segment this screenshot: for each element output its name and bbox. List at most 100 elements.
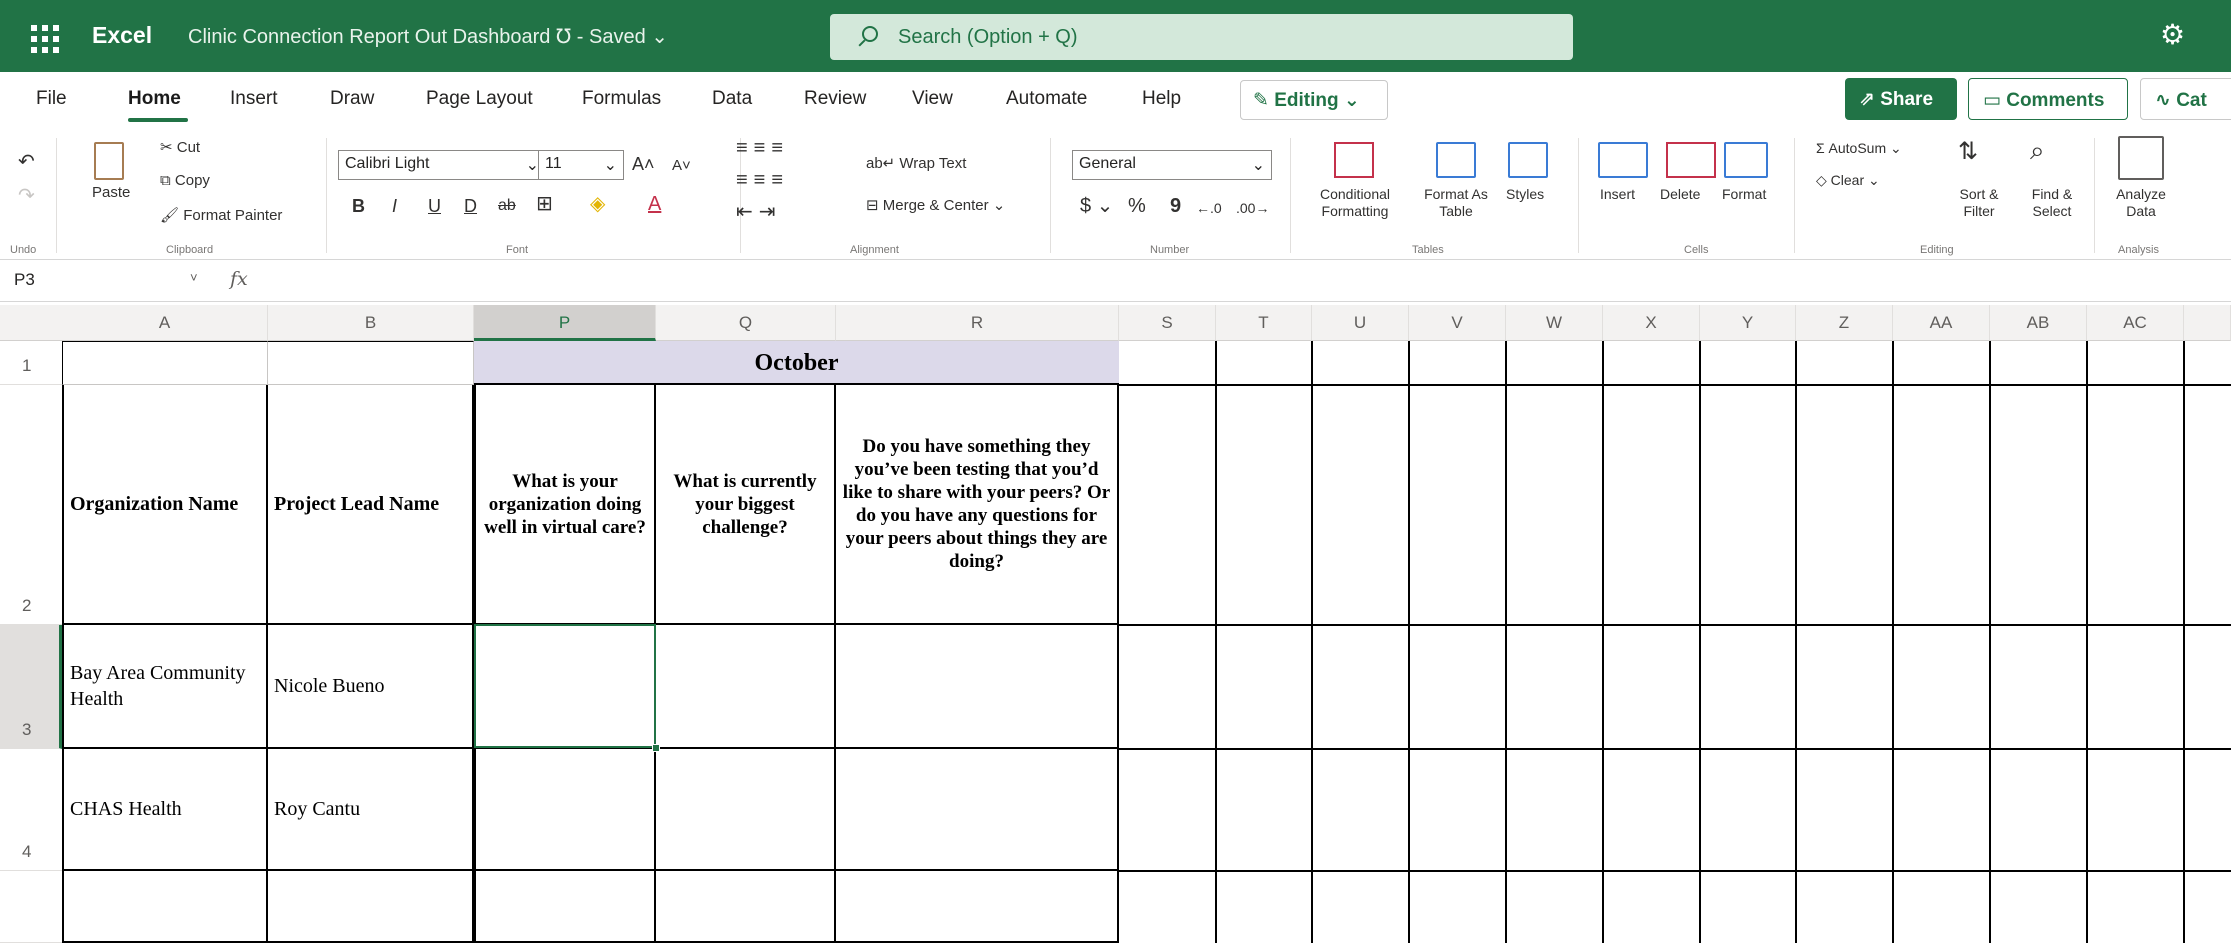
cell-a4[interactable]: CHAS Health: [62, 749, 268, 871]
cell-q5[interactable]: [656, 871, 836, 943]
tab-help[interactable]: Help: [1142, 88, 1181, 110]
cell-r4[interactable]: [836, 749, 1119, 871]
delete-label[interactable]: Delete: [1660, 186, 1700, 202]
conditional-formatting-label[interactable]: Conditional Formatting: [1310, 186, 1400, 220]
tab-data[interactable]: Data: [712, 88, 752, 110]
format-painter-button[interactable]: 🖌 Format Painter: [160, 206, 282, 224]
cell-a3[interactable]: Bay Area Community Health: [62, 625, 268, 749]
row-header-5[interactable]: [0, 871, 62, 943]
column-header-s[interactable]: S: [1119, 305, 1216, 341]
clear-button[interactable]: ◇ Clear ⌄: [1816, 172, 1880, 189]
column-header-next[interactable]: [2184, 305, 2231, 341]
cell-b1[interactable]: [268, 341, 474, 385]
column-header-w[interactable]: W: [1506, 305, 1603, 341]
column-header-t[interactable]: T: [1216, 305, 1312, 341]
header-share-with-peers[interactable]: Do you have something they you’ve been t…: [836, 385, 1119, 625]
tab-view[interactable]: View: [912, 88, 953, 110]
italic-button[interactable]: I: [392, 196, 397, 216]
currency-button[interactable]: $ ⌄: [1080, 196, 1113, 216]
sort-filter-label[interactable]: Sort & Filter: [1944, 186, 2014, 220]
cell-b5[interactable]: [268, 871, 474, 943]
insert-label[interactable]: Insert: [1600, 186, 1635, 202]
merge-center-button[interactable]: ⊟ Merge & Center ⌄: [866, 196, 1005, 214]
header-doing-well[interactable]: What is your organization doing well in …: [474, 385, 656, 625]
find-icon[interactable]: ⌕: [2030, 137, 2045, 163]
conditional-formatting-icon[interactable]: [1334, 142, 1374, 178]
fill-color-icon[interactable]: ◈: [590, 194, 605, 214]
column-header-z[interactable]: Z: [1796, 305, 1893, 341]
column-header-r[interactable]: R: [836, 305, 1119, 341]
paste-icon[interactable]: [94, 142, 124, 180]
column-header-aa[interactable]: AA: [1893, 305, 1990, 341]
header-project-lead-name[interactable]: Project Lead Name: [268, 385, 474, 625]
column-header-x[interactable]: X: [1603, 305, 1700, 341]
tab-file[interactable]: File: [36, 88, 67, 110]
chevron-down-icon[interactable]: ˅: [190, 270, 198, 285]
format-as-table-label[interactable]: Format As Table: [1408, 186, 1504, 220]
column-header-b[interactable]: B: [268, 305, 474, 341]
wrap-text-button[interactable]: ab↵ Wrap Text: [866, 154, 966, 172]
double-underline-button[interactable]: D: [464, 196, 477, 216]
grow-font-icon[interactable]: A˄: [632, 154, 655, 174]
fill-handle[interactable]: [652, 744, 660, 752]
decrease-decimal-icon[interactable]: .00→: [1236, 198, 1269, 218]
search-box[interactable]: Search (Option + Q): [830, 14, 1573, 60]
find-select-label[interactable]: Find & Select: [2016, 186, 2088, 220]
cell-r5[interactable]: [836, 871, 1119, 943]
fx-icon[interactable]: fx: [230, 268, 248, 290]
column-header-y[interactable]: Y: [1700, 305, 1796, 341]
column-header-a[interactable]: A: [62, 305, 268, 341]
number-format-select[interactable]: General ⌄: [1072, 150, 1272, 180]
format-cells-icon[interactable]: [1724, 142, 1768, 178]
cell-r3[interactable]: [836, 625, 1119, 749]
cut-button[interactable]: ✂ Cut: [160, 138, 200, 156]
font-name-select[interactable]: Calibri Light ⌄: [338, 150, 546, 180]
tab-page-layout[interactable]: Page Layout: [426, 88, 533, 110]
cell-a1[interactable]: [62, 341, 268, 385]
font-size-select[interactable]: 11 ⌄: [538, 150, 624, 180]
increase-decimal-icon[interactable]: ←.0: [1196, 198, 1222, 218]
delete-cells-icon[interactable]: [1666, 142, 1716, 178]
column-header-ac[interactable]: AC: [2087, 305, 2184, 341]
column-header-u[interactable]: U: [1312, 305, 1409, 341]
format-label[interactable]: Format: [1722, 186, 1766, 202]
analyze-data-label[interactable]: Analyze Data: [2108, 186, 2174, 220]
gear-icon[interactable]: ⚙: [2160, 21, 2185, 49]
row-header-1[interactable]: 1: [0, 341, 62, 385]
column-header-p[interactable]: P: [474, 305, 656, 341]
tab-review[interactable]: Review: [804, 88, 866, 110]
header-organization-name[interactable]: Organization Name: [62, 385, 268, 625]
row-header-2[interactable]: 2: [0, 385, 62, 625]
comments-button[interactable]: ▭ Comments: [1968, 78, 2128, 120]
align-left-icons[interactable]: ≡≡≡: [736, 170, 789, 190]
tab-insert[interactable]: Insert: [230, 88, 278, 110]
name-box[interactable]: P3: [14, 270, 35, 290]
sort-filter-icon[interactable]: ⇅: [1958, 140, 1978, 164]
autosum-button[interactable]: Σ AutoSum ⌄: [1816, 140, 1902, 157]
insert-cells-icon[interactable]: [1598, 142, 1648, 178]
bold-button[interactable]: B: [352, 196, 365, 216]
tab-draw[interactable]: Draw: [330, 88, 374, 110]
cell-b3[interactable]: Nicole Bueno: [268, 625, 474, 749]
document-title[interactable]: Clinic Connection Report Out Dashboard ℧…: [188, 24, 668, 49]
indent-icons[interactable]: ⇤⇥: [736, 202, 782, 222]
cell-a5[interactable]: [62, 871, 268, 943]
redo-icon[interactable]: ↷: [18, 186, 35, 206]
app-name[interactable]: Excel: [92, 22, 152, 49]
format-as-table-icon[interactable]: [1436, 142, 1476, 178]
font-color-icon[interactable]: A: [648, 194, 661, 214]
share-button[interactable]: ⇗ Share: [1845, 78, 1957, 120]
app-launcher-icon[interactable]: [24, 18, 62, 56]
cell-q4[interactable]: [656, 749, 836, 871]
select-all-corner[interactable]: [0, 305, 62, 341]
cell-p4[interactable]: [474, 749, 656, 871]
comma-button[interactable]: 9: [1170, 196, 1181, 216]
catchup-button[interactable]: ∿ Cat: [2140, 78, 2231, 120]
row-header-4[interactable]: 4: [0, 749, 62, 871]
shrink-font-icon[interactable]: A˅: [672, 156, 691, 176]
column-header-ab[interactable]: AB: [1990, 305, 2087, 341]
styles-label[interactable]: Styles: [1506, 186, 1544, 202]
column-header-v[interactable]: V: [1409, 305, 1506, 341]
underline-button[interactable]: U: [428, 196, 441, 216]
percent-button[interactable]: %: [1128, 196, 1146, 216]
